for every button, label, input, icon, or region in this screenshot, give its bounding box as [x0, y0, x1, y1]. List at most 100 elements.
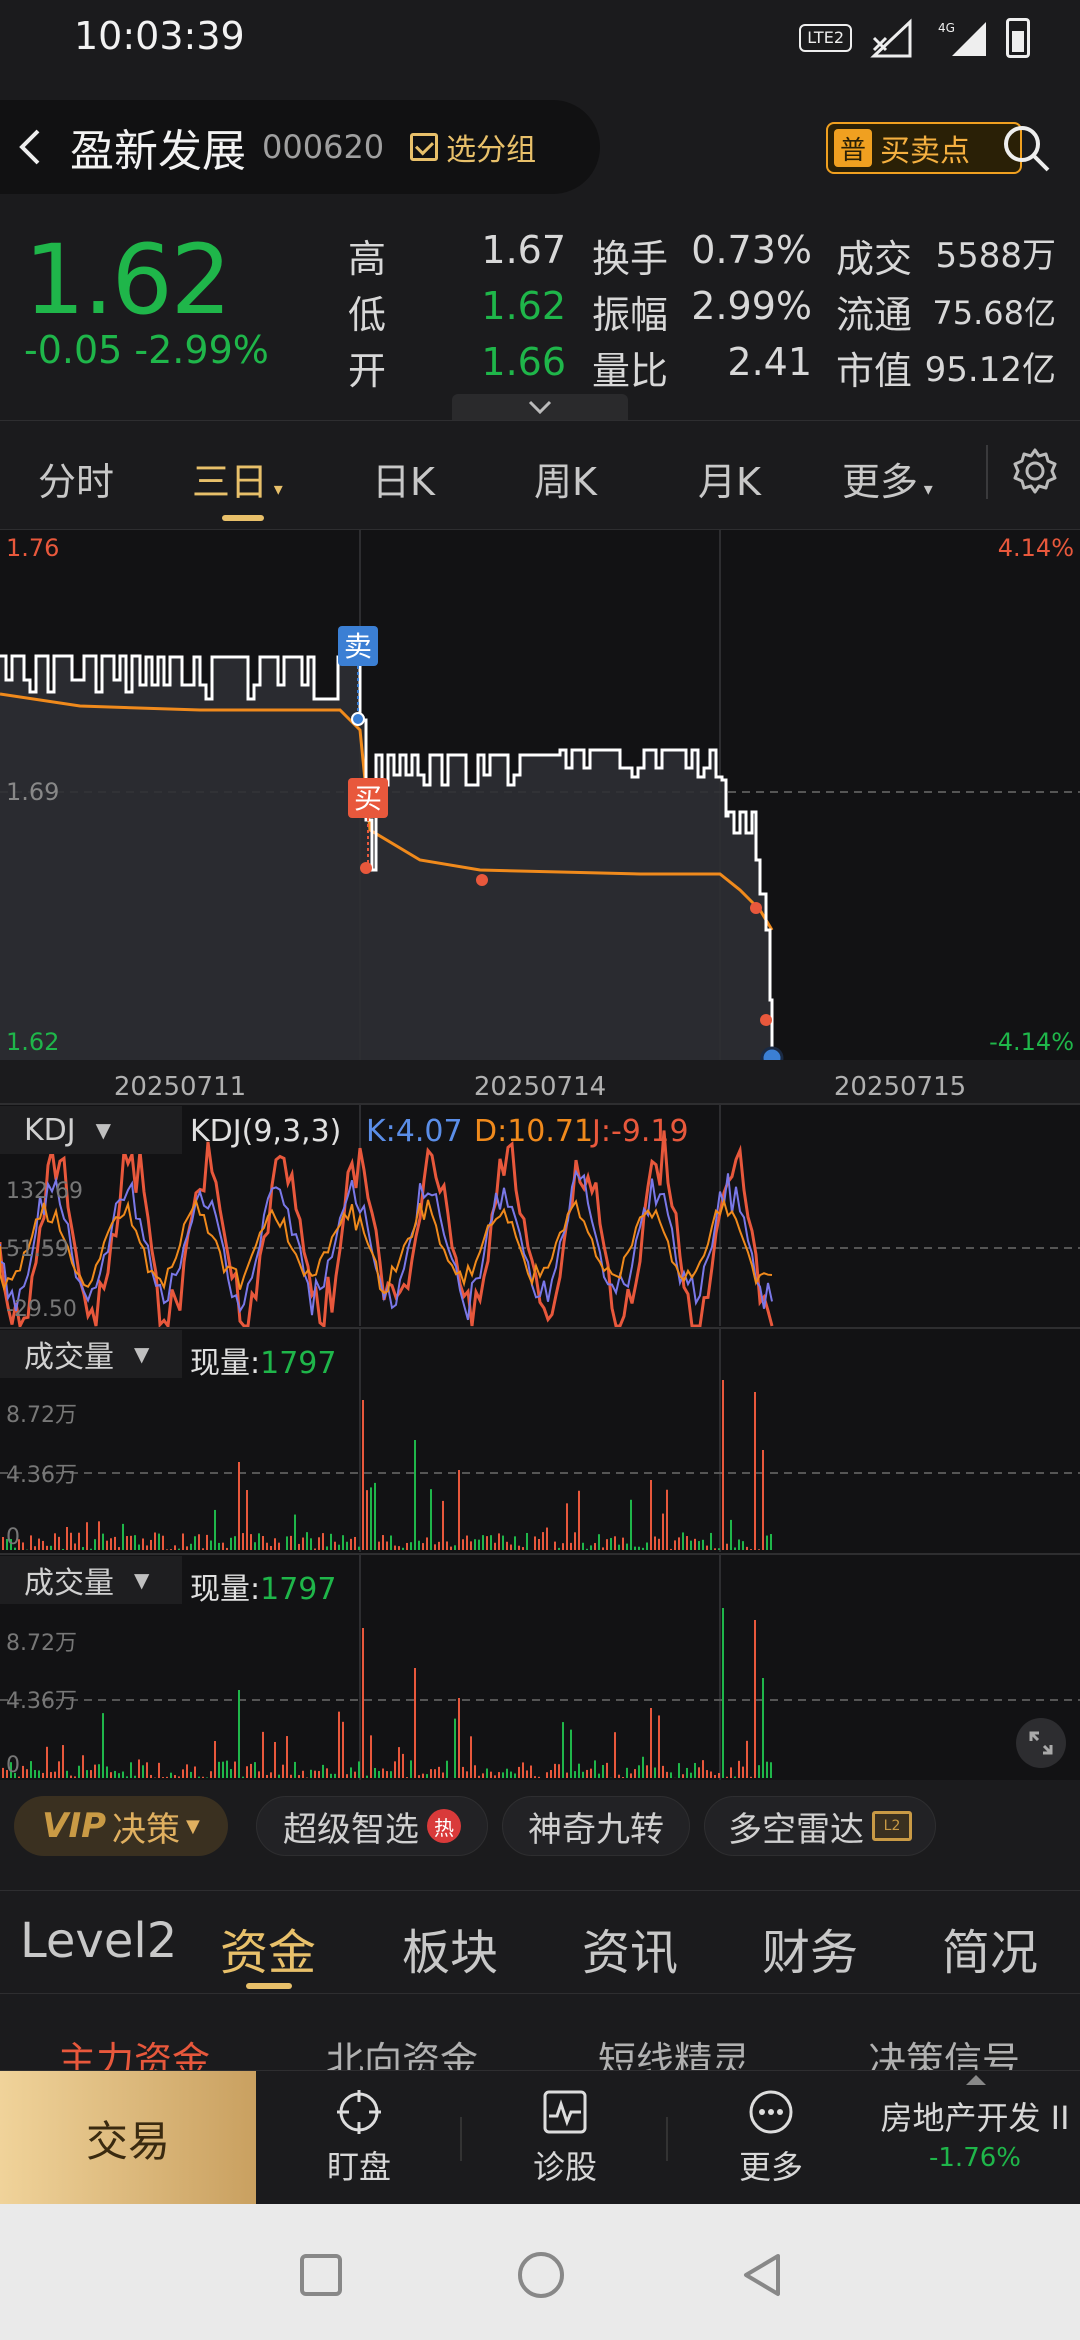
chart-area[interactable]: 1.76 1.69 1.62 4.14% -4.14% 卖 买 20250711…: [0, 530, 1080, 1780]
volume-bar: [214, 1509, 216, 1550]
volume-bar: [82, 1547, 84, 1550]
tab-intraday[interactable]: 分时: [38, 451, 114, 506]
tab-level2[interactable]: Level2: [20, 1913, 177, 1969]
volume-bar: [506, 1541, 508, 1550]
watch-button[interactable]: 盯盘: [284, 2071, 434, 2205]
signal-icon: [870, 18, 912, 58]
high-label: 高: [348, 237, 387, 281]
recents-button[interactable]: [300, 2254, 342, 2296]
back-button[interactable]: [10, 127, 50, 167]
volume-bar: [62, 1548, 64, 1550]
trade-button[interactable]: 交易: [0, 2071, 256, 2205]
volume-bar: [570, 1729, 572, 1778]
select-group-label: 选分组: [446, 133, 537, 168]
volume-bar: [510, 1771, 512, 1778]
volume-bar: [370, 1735, 372, 1778]
volume-bar: [662, 1765, 664, 1778]
volume-bar: [22, 1542, 24, 1550]
volume-bar: [502, 1535, 504, 1550]
search-icon[interactable]: [1000, 122, 1052, 174]
volume-bar: [730, 1767, 732, 1778]
volume-bar: [558, 1764, 560, 1778]
volume-bar: [582, 1542, 584, 1550]
volume-bar: [422, 1543, 424, 1550]
buy-sell-points-button[interactable]: 普 买卖点: [826, 122, 1022, 174]
bull-bear-radar-button[interactable]: 多空雷达 L2: [704, 1796, 936, 1856]
volume-now-label-1: 现量:1797: [190, 1346, 337, 1381]
tab-finance[interactable]: 财务: [762, 1913, 858, 1983]
volume-bar: [262, 1731, 264, 1778]
sector-indicator[interactable]: 房地产开发 II -1.76%: [870, 2075, 1080, 2173]
magic-nine-button[interactable]: 神奇九转: [502, 1796, 690, 1856]
volume-bar: [214, 1741, 216, 1778]
volume-bar: [318, 1770, 320, 1778]
volume-bar: [230, 1769, 232, 1778]
volume-bar: [102, 1713, 104, 1778]
volume-bar: [558, 1547, 560, 1550]
back-nav-button[interactable]: [740, 2252, 786, 2298]
volume-bar: [290, 1535, 292, 1550]
volume-bar: [258, 1533, 260, 1550]
expand-quote-button[interactable]: [452, 394, 628, 420]
tab-news[interactable]: 资讯: [582, 1913, 678, 1983]
tab-weekly-k[interactable]: 周K: [534, 451, 597, 506]
volume-bar: [302, 1537, 304, 1550]
volume-bar: [422, 1773, 424, 1778]
volume-bar: [130, 1762, 132, 1778]
volume-bar: [174, 1775, 176, 1778]
volume-indicator-selector-1[interactable]: 成交量 ▼: [0, 1330, 182, 1378]
float-cap-value: 75.68亿: [932, 294, 1056, 332]
tab-daily-k[interactable]: 日K: [372, 451, 435, 506]
subtab-northbound[interactable]: 北向资金: [326, 2030, 478, 2070]
tab-three-day[interactable]: 三日 ▾: [192, 451, 283, 506]
diagnose-button[interactable]: 诊股: [490, 2071, 640, 2205]
subtab-main-funds[interactable]: 主力资金: [58, 2030, 210, 2070]
volume-bar: [646, 1542, 648, 1550]
volume-bar: [142, 1765, 144, 1778]
turnover-value: 0.73%: [691, 228, 812, 272]
volume-bar: [254, 1542, 256, 1550]
vip-decision-button[interactable]: VIP 决策 ▼: [14, 1796, 228, 1856]
volume-indicator-selector-2[interactable]: 成交量 ▼: [0, 1556, 182, 1604]
volume-bar: [590, 1545, 592, 1550]
volume-bar: [594, 1760, 596, 1778]
volume-bar: [158, 1762, 160, 1778]
volume-bar: [514, 1536, 516, 1550]
volume-bar: [650, 1708, 652, 1778]
volume-bar: [426, 1537, 428, 1550]
tab-monthly-k[interactable]: 月K: [698, 451, 761, 506]
tab-funds[interactable]: 资金: [220, 1913, 316, 1983]
tab-more[interactable]: 更多 ▾: [842, 451, 933, 506]
volume-bar: [190, 1771, 192, 1778]
tab-sector[interactable]: 板块: [402, 1913, 498, 1983]
select-group-button[interactable]: 选分组: [410, 125, 536, 169]
subtab-short-term[interactable]: 短线精灵: [598, 2030, 750, 2070]
more-button[interactable]: 更多: [696, 2071, 846, 2205]
super-select-button[interactable]: 超级智选热: [256, 1796, 488, 1856]
volume-bar: [362, 1400, 364, 1550]
subtab-decision-signal[interactable]: 决策信号: [868, 2030, 1020, 2070]
volume-bar: [426, 1774, 428, 1778]
volume-bar: [654, 1767, 656, 1778]
volume-bar: [554, 1541, 556, 1550]
gear-icon[interactable]: [1010, 446, 1060, 496]
volume-bar: [62, 1745, 64, 1778]
volume-bar: [106, 1766, 108, 1778]
volume-bar: [710, 1532, 712, 1550]
volume-bar: [642, 1547, 644, 1550]
trade-point: [750, 902, 762, 914]
kdj-indicator-selector[interactable]: KDJ ▼: [0, 1106, 182, 1154]
volume-bar: [118, 1773, 120, 1778]
status-bar: 10:03:39 LTE2 4G: [0, 0, 1080, 80]
volume-bar: [298, 1775, 300, 1778]
volume-bar: [30, 1761, 32, 1778]
market-cap-value: 95.12亿: [924, 350, 1056, 390]
home-button[interactable]: [518, 2252, 564, 2298]
volume-bar: [238, 1690, 240, 1778]
volume-bar: [546, 1772, 548, 1778]
feature-pills: VIP 决策 ▼ 超级智选热 神奇九转 多空雷达 L2: [0, 1786, 1080, 1874]
tab-profile[interactable]: 简况: [942, 1913, 1038, 1983]
volume-bar: [614, 1536, 616, 1550]
kdj-params: KDJ(9,3,3): [190, 1114, 342, 1149]
fullscreen-button[interactable]: [1016, 1718, 1066, 1768]
